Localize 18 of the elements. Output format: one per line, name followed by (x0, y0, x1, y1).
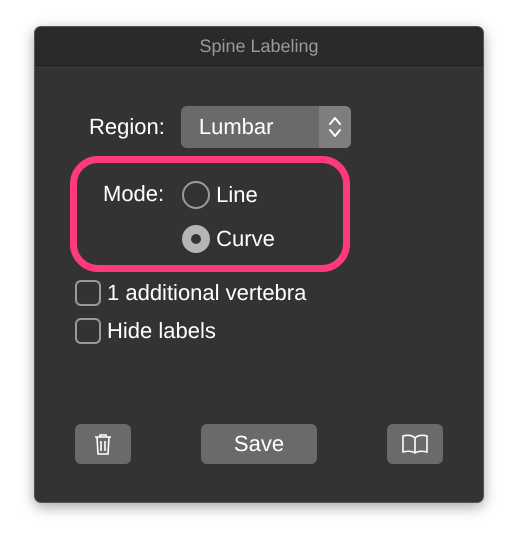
checkbox-label[interactable]: 1 additional vertebra (107, 280, 306, 306)
radio-label[interactable]: Curve (216, 226, 275, 252)
checkbox-label[interactable]: Hide labels (107, 318, 216, 344)
radio-button[interactable] (182, 225, 210, 253)
book-icon (402, 434, 428, 454)
save-button[interactable]: Save (201, 424, 317, 464)
checkbox[interactable] (75, 280, 101, 306)
checkbox[interactable] (75, 318, 101, 344)
radio-button[interactable] (182, 181, 210, 209)
mode-label: Mode: (103, 181, 164, 208)
region-dropdown[interactable]: Lumbar (180, 106, 351, 148)
help-button[interactable] (387, 424, 443, 464)
radio-label[interactable]: Line (216, 182, 258, 208)
region-label: Region: (89, 114, 165, 140)
stepper-icon (328, 115, 342, 139)
trash-icon (94, 433, 112, 455)
window-title: Spine Labeling (199, 36, 319, 56)
delete-button[interactable] (75, 424, 131, 464)
